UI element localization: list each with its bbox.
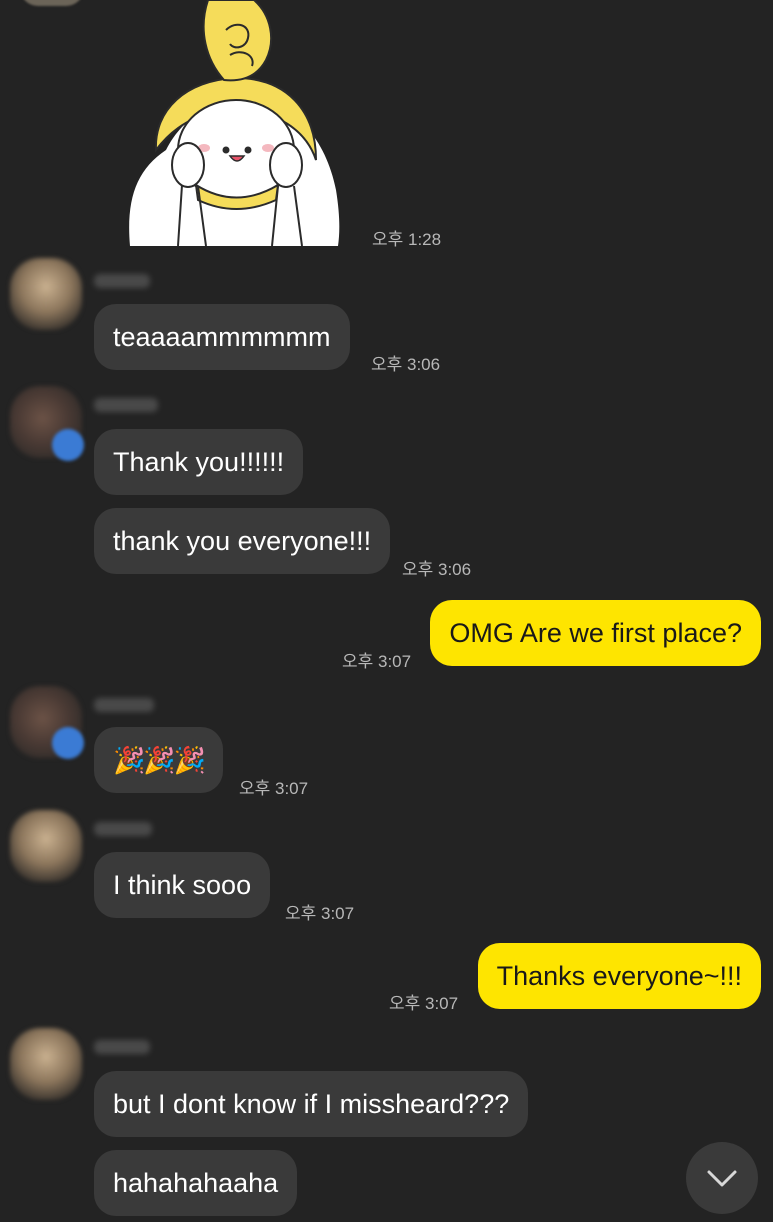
sender-name [94, 698, 154, 712]
message-bubble[interactable]: I think sooo [94, 852, 271, 918]
message-bubble[interactable]: Thank you!!!!!! [94, 429, 304, 495]
avatar[interactable] [20, 0, 84, 6]
sender-name [94, 1040, 150, 1054]
message-bubble[interactable]: hahahahaaha [94, 1150, 298, 1216]
message-time: 오후 3:07 [239, 779, 309, 798]
message-time: 오후 3:06 [371, 355, 441, 374]
avatar[interactable] [10, 258, 82, 330]
avatar[interactable] [10, 810, 82, 882]
verified-badge-icon [52, 727, 84, 759]
message-time: 오후 1:28 [372, 230, 442, 249]
sticker-image[interactable] [126, 0, 342, 246]
message-bubble-outgoing[interactable]: Thanks everyone~!!! [477, 943, 761, 1009]
message-time: 오후 3:07 [342, 652, 412, 671]
message-bubble-outgoing[interactable]: OMG Are we first place? [430, 600, 761, 666]
message-bubble[interactable]: teaaaammmmmm [94, 304, 350, 370]
avatar[interactable] [10, 1028, 82, 1100]
message-bubble[interactable]: but I dont know if I missheard??? [94, 1071, 529, 1137]
scroll-to-bottom-button[interactable] [686, 1142, 758, 1214]
message-time: 오후 3:07 [389, 994, 459, 1013]
message-bubble[interactable]: 🎉🎉🎉 [94, 727, 224, 793]
message-bubble[interactable]: thank you everyone!!! [94, 508, 391, 574]
chevron-down-icon [707, 1170, 737, 1187]
message-time: 오후 3:06 [402, 560, 472, 579]
message-time: 오후 3:07 [285, 904, 355, 923]
sender-name [94, 274, 150, 288]
sender-name [94, 822, 152, 836]
verified-badge-icon [52, 429, 84, 461]
sender-name [94, 398, 158, 412]
